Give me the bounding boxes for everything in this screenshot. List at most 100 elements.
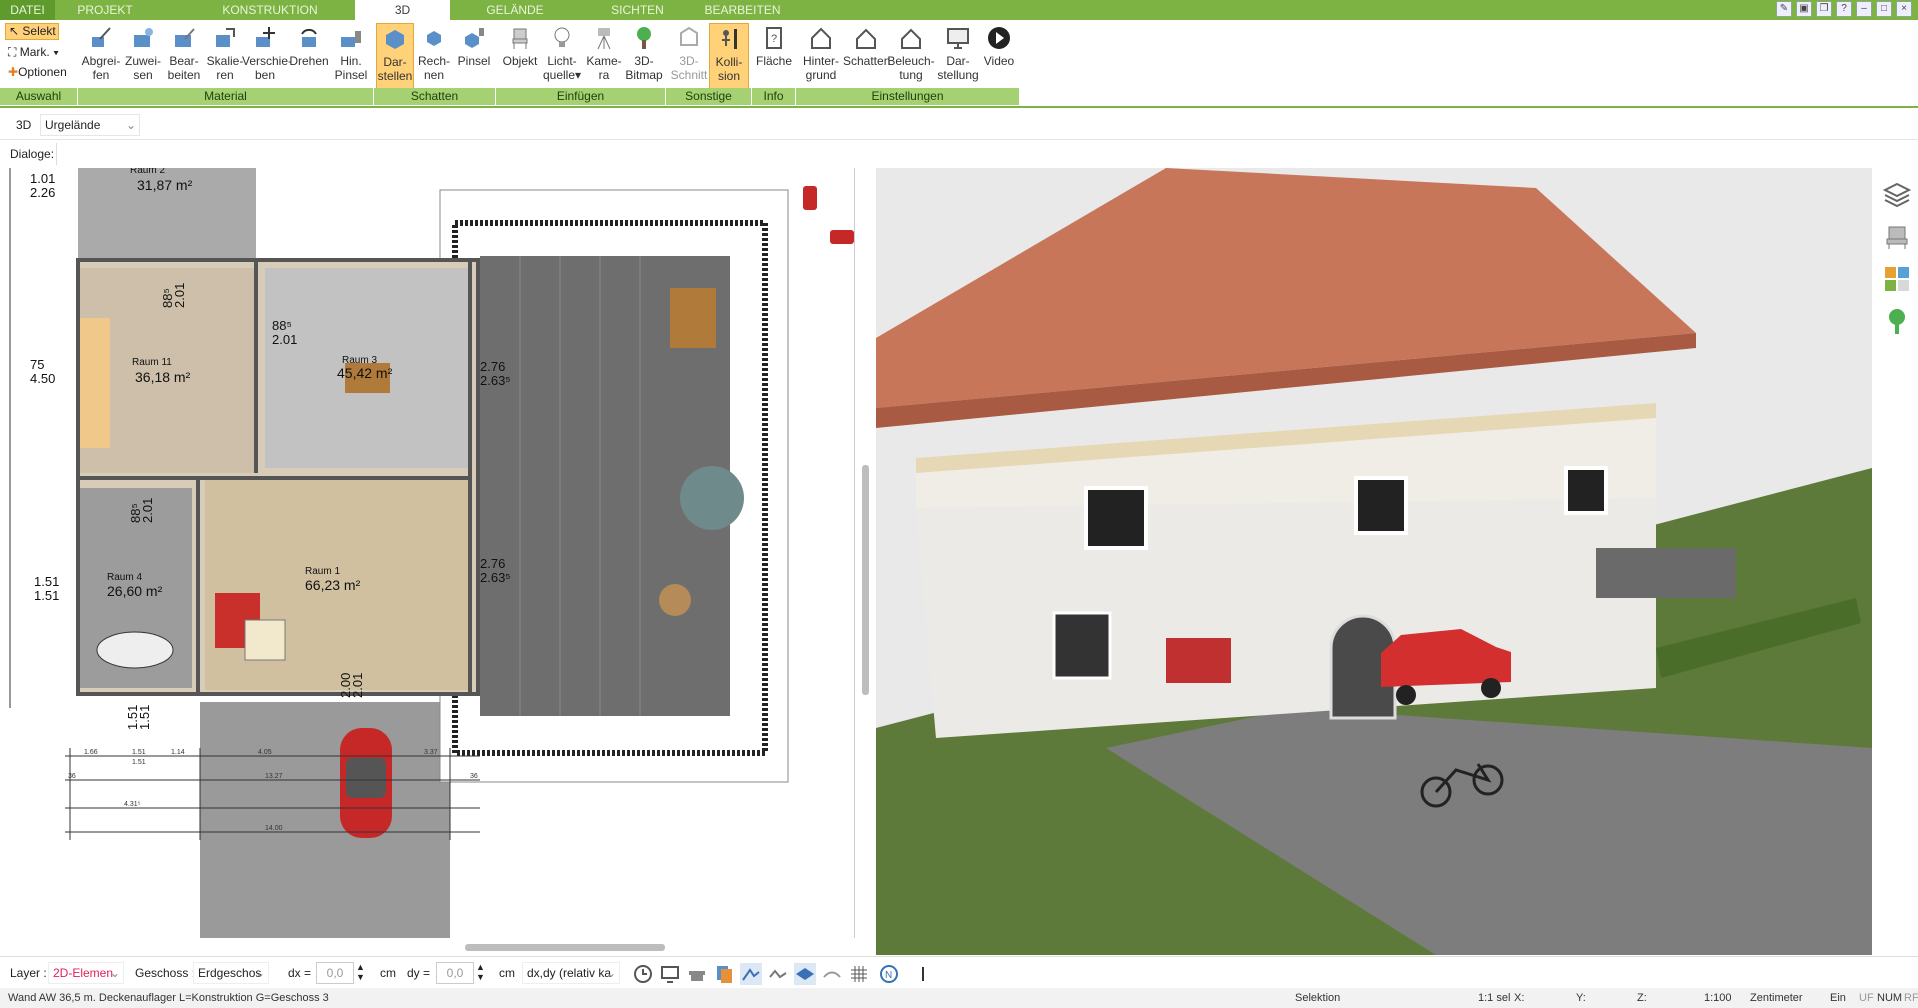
3d-view[interactable] <box>876 168 1872 955</box>
video-button[interactable]: Video <box>978 23 1020 89</box>
options-button[interactable]: ✚Optionen <box>8 64 67 80</box>
grid-icon[interactable] <box>848 963 870 985</box>
staircase <box>80 318 110 448</box>
kamera-button[interactable]: Kame-ra <box>583 23 625 89</box>
layers-icon[interactable] <box>1882 180 1912 210</box>
layer-select[interactable]: 2D-Elemen ⌄ <box>48 962 124 984</box>
dy-unit: cm <box>499 966 515 980</box>
chair-icon <box>512 28 528 49</box>
dim-label: 1.51 <box>34 574 59 589</box>
btn-label: ben <box>254 68 276 82</box>
terrain-combo[interactable]: Urgelände ⌄ <box>40 114 140 136</box>
group-einstellungen: Einstellungen <box>796 88 1020 105</box>
beleuchtung-button[interactable]: Beleuch-tung <box>887 23 935 89</box>
flaeche-button[interactable]: ? Fläche <box>753 23 795 89</box>
verschieben-button[interactable]: Verschie-ben <box>242 23 292 89</box>
tab-konstruktion[interactable]: KONSTRUKTION <box>210 0 330 20</box>
geschoss-select-value: Erdgeschos <box>198 966 262 980</box>
dx-stepper[interactable]: ▲ ▼ <box>356 962 365 982</box>
help-icon[interactable]: ? <box>1836 1 1852 17</box>
floor-plan-view[interactable]: Raum 2 31,87 m² Raum 11 36,18 m² Raum 3 … <box>0 168 855 938</box>
surface-icon[interactable] <box>821 963 843 985</box>
coordinate-mode-select[interactable]: dx,dy (relativ ka ⌄ <box>522 962 620 984</box>
btn-label: Pinsel <box>457 54 491 68</box>
tab-projekt[interactable]: PROJEKT <box>70 0 140 20</box>
3d-render-canvas[interactable] <box>876 168 1872 955</box>
dim-label: 2.01 <box>272 332 297 347</box>
window-cascade-icon[interactable]: ❐ <box>1816 1 1832 17</box>
btn-label: Bear- <box>169 54 199 68</box>
abgreifen-button[interactable]: Abgrei-fen <box>80 23 122 89</box>
dx-input[interactable] <box>316 962 354 984</box>
3d-side-toolbar <box>1872 168 1918 955</box>
copy-icon[interactable] <box>713 963 735 985</box>
dim-label: 88⁵ <box>272 318 292 333</box>
btn-label: nen <box>423 68 445 82</box>
more-icon[interactable] <box>912 963 934 985</box>
rechnen-button[interactable]: Rech-nen <box>415 23 453 89</box>
chevron-down-icon: ⌄ <box>605 966 616 980</box>
geschoss-select[interactable]: Erdgeschos ⌄ <box>193 962 269 984</box>
status-text: Wand AW 36,5 m. Deckenauflager L=Konstru… <box>8 992 329 1004</box>
layer-label: Layer : <box>10 966 47 980</box>
skalieren-button[interactable]: Skalie-ren <box>204 23 246 89</box>
hin-pinsel-button[interactable]: Hin. Pinsel <box>330 23 372 89</box>
bearbeiten-button[interactable]: Bear-beiten <box>163 23 205 89</box>
mark-button[interactable]: ⛶ Mark. ▾ <box>8 44 59 60</box>
dy-stepper[interactable]: ▲ ▼ <box>476 962 485 982</box>
tab-datei[interactable]: DATEI <box>0 0 55 20</box>
tab-3d[interactable]: 3D <box>355 0 450 20</box>
plan-scrollbar-vertical[interactable] <box>862 465 869 695</box>
darstellung-button[interactable]: Dar-stellung <box>936 23 980 89</box>
materials-icon[interactable] <box>1882 264 1912 294</box>
brush-icon[interactable]: ✎ <box>1776 1 1792 17</box>
btn-label: beiten <box>167 68 201 82</box>
close-icon[interactable]: × <box>1896 1 1912 17</box>
zuweisen-button[interactable]: Zuwei-sen <box>122 23 164 89</box>
maximize-icon[interactable]: □ <box>1876 1 1892 17</box>
plane-icon[interactable] <box>794 963 816 985</box>
status-selection-count: 1:1 sel <box>1478 992 1511 1004</box>
floor-plan-canvas[interactable]: Raum 2 31,87 m² Raum 11 36,18 m² Raum 3 … <box>0 168 855 938</box>
dim-label: 13.27 <box>265 773 283 780</box>
status-mode: Selektion <box>1295 992 1341 1004</box>
collision-icon <box>722 29 737 49</box>
3d-schnitt-button[interactable]: 3D- Schnitt <box>670 23 708 89</box>
north-icon[interactable]: N <box>878 963 900 985</box>
group-schatten: Schatten <box>374 88 496 105</box>
walls-icon[interactable] <box>767 963 789 985</box>
view-mode-label: 3D <box>16 118 32 132</box>
room-2-name: Raum 2 <box>130 168 165 176</box>
btn-label: ra <box>598 68 610 82</box>
plan-scrollbar-horizontal[interactable] <box>465 944 665 951</box>
minimize-icon[interactable]: – <box>1856 1 1872 17</box>
kollision-button[interactable]: Kolli-sion <box>709 23 749 89</box>
assign-icon <box>134 28 153 47</box>
select-button[interactable]: ↖ Selekt <box>5 23 59 40</box>
drehen-button[interactable]: Drehen <box>288 23 330 89</box>
objekt-button[interactable]: Objekt <box>499 23 541 89</box>
lichtquelle-button[interactable]: Licht-quelle▾ <box>541 23 583 89</box>
dim-label: 2.26 <box>30 185 55 200</box>
tab-gelaende[interactable]: GELÄNDE <box>480 0 550 20</box>
btn-label: Schnitt <box>670 68 708 82</box>
dim-label: 1.14 <box>171 749 185 756</box>
screen-icon[interactable] <box>659 963 681 985</box>
window-tile-icon[interactable]: ▣ <box>1796 1 1812 17</box>
cursor-icon: ↖ <box>9 24 20 38</box>
tab-bearbeiten[interactable]: BEARBEITEN <box>700 0 785 20</box>
pinsel-button[interactable]: Pinsel <box>453 23 495 89</box>
schatten-button[interactable]: Schatten <box>843 23 890 89</box>
snap-icon[interactable] <box>740 963 762 985</box>
tab-sichten[interactable]: SICHTEN <box>600 0 675 20</box>
darstellen-button[interactable]: Dar-stellen <box>376 23 414 89</box>
3d-bitmap-button[interactable]: 3D- Bitmap <box>623 23 665 89</box>
lightbulb-icon <box>554 27 570 47</box>
group-sonstige: Sonstige <box>666 88 752 105</box>
dy-input[interactable] <box>436 962 474 984</box>
hintergrund-button[interactable]: Hinter-grund <box>798 23 844 89</box>
furniture-icon[interactable] <box>1882 222 1912 252</box>
clock-icon[interactable] <box>632 963 654 985</box>
stack-icon[interactable] <box>686 963 708 985</box>
plants-icon[interactable] <box>1882 306 1912 336</box>
